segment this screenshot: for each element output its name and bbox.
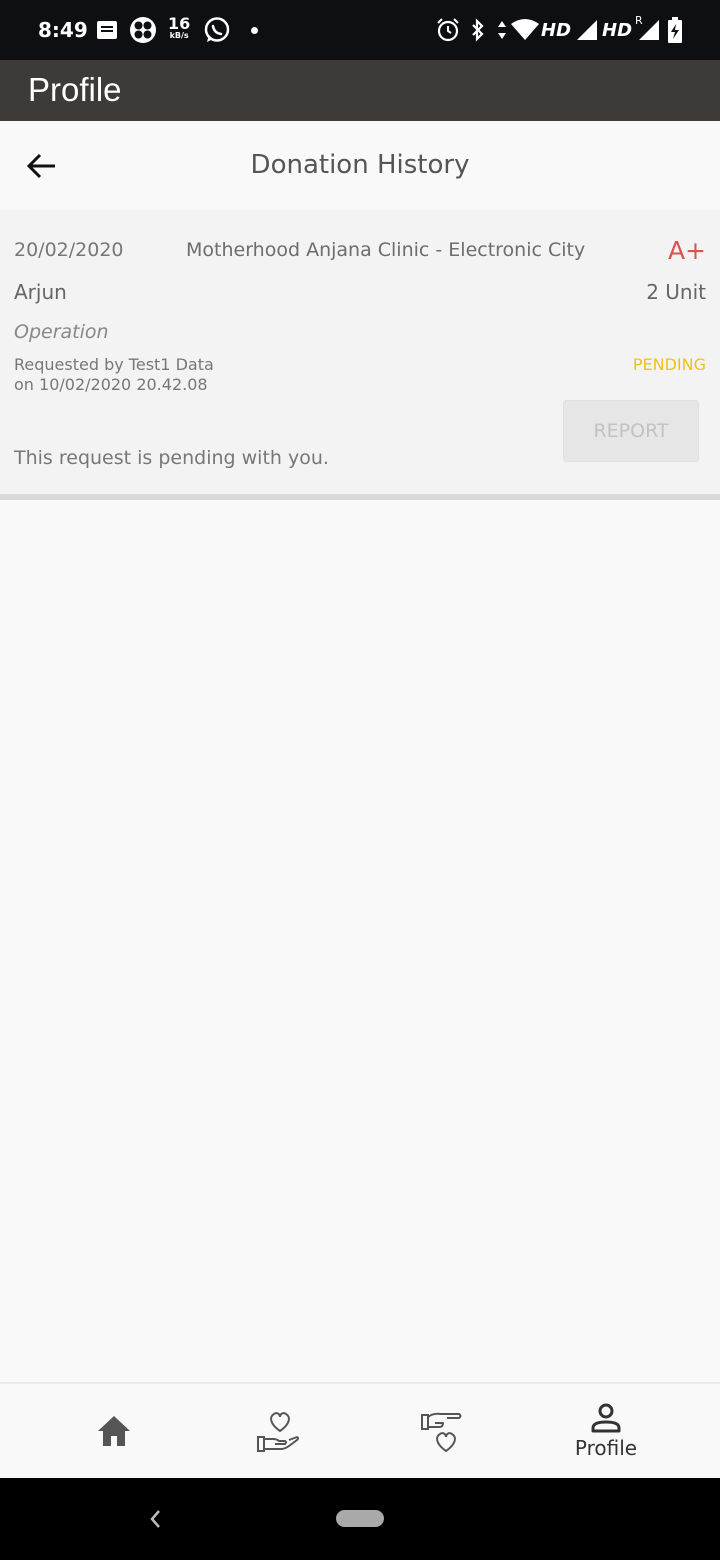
report-button[interactable]: REPORT (563, 400, 699, 462)
purpose: Operation (14, 321, 109, 343)
signal-roaming-icon (637, 16, 661, 44)
requested-on: on 10/02/2020 20.42.08 (14, 375, 208, 394)
page-title: Profile (28, 71, 122, 108)
data-arrows-icon (496, 16, 508, 44)
network-type-1: HD (541, 19, 572, 41)
message-icon (96, 16, 118, 44)
wifi-icon (510, 16, 540, 44)
whatsapp-icon (203, 16, 231, 44)
profile-icon (591, 1403, 621, 1433)
donation-date: 20/02/2020 (14, 239, 124, 261)
status-bar: 8:49 16 kB/s HD HD R (0, 0, 720, 60)
bluetooth-icon (470, 16, 486, 44)
status-badge: PENDING (632, 355, 706, 374)
bottom-nav: Profile (0, 1382, 720, 1478)
chevron-left-icon (150, 1510, 160, 1528)
nav-request[interactable] (360, 1384, 524, 1478)
system-nav-bar (0, 1478, 720, 1560)
nav-profile[interactable]: Profile (524, 1384, 688, 1478)
section-title: Donation History (250, 150, 470, 180)
donation-place: Motherhood Anjana Clinic - Electronic Ci… (186, 239, 586, 261)
signal-icon (575, 16, 599, 44)
pending-note: This request is pending with you. (14, 447, 329, 469)
network-type-2: HD (602, 19, 633, 41)
nav-profile-label: Profile (574, 1436, 638, 1460)
app-bar: Profile (0, 60, 720, 121)
requested-by: Requested by Test1 Data (14, 355, 214, 374)
status-time: 8:49 (38, 18, 88, 42)
blood-group: A+ (667, 236, 706, 265)
donation-card[interactable]: 20/02/2020 Motherhood Anjana Clinic - El… (0, 210, 720, 500)
battery-charging-icon (668, 16, 682, 44)
units: 2 Unit (646, 280, 706, 304)
fan-icon (129, 16, 157, 44)
patient-name: Arjun (14, 280, 67, 304)
network-speed: 16 kB/s (168, 14, 191, 40)
system-home-button[interactable] (336, 1510, 384, 1527)
donate-heart-icon (257, 1412, 299, 1452)
home-icon (98, 1416, 130, 1446)
notification-dot-icon (251, 16, 258, 44)
nav-home[interactable] (32, 1384, 196, 1478)
system-back-button[interactable] (144, 1504, 166, 1538)
alarm-icon (436, 16, 460, 44)
nav-donate[interactable] (196, 1384, 360, 1478)
request-heart-icon (421, 1412, 462, 1453)
sub-header: Donation History (0, 121, 720, 210)
